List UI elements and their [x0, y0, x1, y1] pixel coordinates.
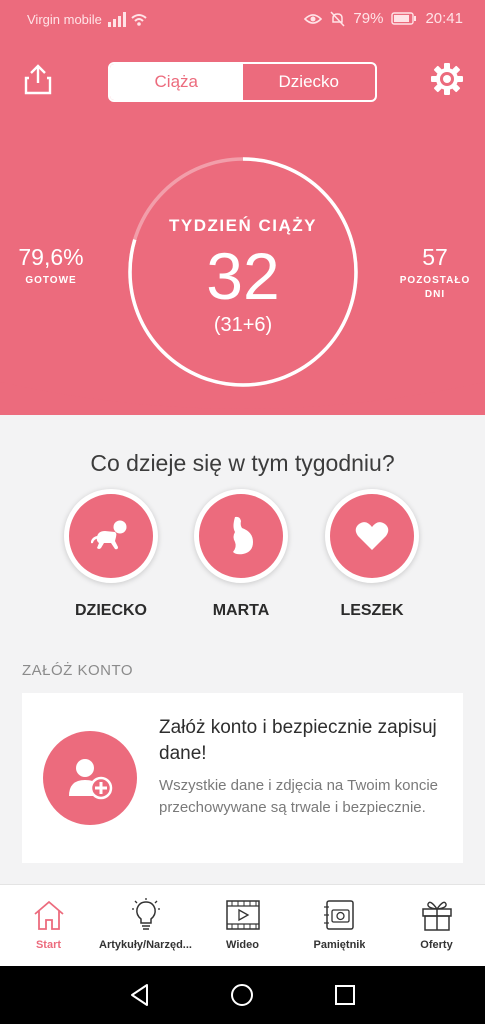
gift-icon — [421, 901, 452, 931]
tab-child[interactable]: Dziecko — [243, 64, 376, 100]
signal-wifi-icon — [108, 12, 147, 27]
mother-button[interactable] — [194, 489, 288, 583]
mother-label: MARTA — [212, 602, 270, 619]
days-remaining-label: POZOSTAŁO DNI — [396, 274, 474, 302]
tab-video[interactable]: Wideo — [194, 885, 291, 966]
recents-icon[interactable] — [332, 982, 358, 1008]
share-icon — [24, 64, 52, 95]
ready-label: GOTOWE — [25, 275, 77, 286]
card-description: Wszystkie dane i zdjęcia na Twoim koncie… — [159, 777, 439, 816]
clock: 20:41 — [425, 10, 463, 27]
tab-offers-label: Oferty — [420, 939, 453, 951]
create-account-card[interactable]: Załóż konto i bezpiecznie zapisuj dane! … — [22, 693, 463, 863]
lightbulb-icon — [131, 898, 160, 930]
carrier-name: Virgin mobile — [27, 12, 102, 27]
tab-start-label: Start — [35, 939, 62, 951]
week-question: Co dzieje się w tym tygodniu? — [90, 450, 395, 476]
card-title: Załóż konto i bezpiecznie zapisuj dane! — [159, 717, 437, 764]
baby-crawling-icon — [91, 520, 127, 550]
camera-diary-icon — [323, 900, 354, 930]
tab-pregnancy[interactable]: Ciąża — [110, 64, 243, 100]
account-section-heading: ZAŁÓŻ KONTO — [22, 662, 134, 679]
heart-icon — [355, 522, 389, 550]
tab-articles-label: Artykuły/Narzęd... — [99, 939, 192, 951]
week-day-detail: (31+6) — [213, 314, 273, 336]
tab-offers[interactable]: Oferty — [388, 885, 485, 966]
add-user-avatar — [43, 731, 137, 825]
video-icon — [225, 900, 260, 930]
tab-start[interactable]: Start — [0, 885, 97, 966]
settings-button[interactable] — [430, 62, 464, 96]
tab-video-label: Wideo — [226, 939, 259, 951]
mute-bell-icon — [330, 10, 345, 27]
eye-icon — [304, 13, 323, 24]
bottom-tab-bar: Start Artykuły/Narzęd... Wideo Pamiętnik… — [0, 884, 485, 966]
days-remaining-label-line1: POZOSTAŁO — [399, 275, 471, 286]
tab-articles[interactable]: Artykuły/Narzęd... — [97, 885, 194, 966]
baby-button[interactable] — [64, 489, 158, 583]
battery-percent: 79% — [353, 10, 384, 27]
home-icon — [33, 900, 64, 930]
back-icon[interactable] — [127, 982, 153, 1008]
share-button[interactable] — [22, 62, 54, 96]
home-nav-icon[interactable] — [229, 982, 255, 1008]
battery-icon — [391, 12, 417, 25]
tab-diary-label: Pamiętnik — [313, 939, 366, 951]
ready-percent: 79,6% — [18, 244, 84, 270]
baby-label: DZIECKO — [75, 602, 147, 619]
add-user-icon — [69, 759, 113, 800]
week-title: TYDZIEŃ CIĄŻY — [169, 216, 317, 235]
tab-diary[interactable]: Pamiętnik — [291, 885, 388, 966]
status-bar: Virgin mobile 79% 20:41 — [0, 0, 485, 40]
week-number: 32 — [206, 239, 280, 313]
system-navigation-bar — [0, 966, 485, 1024]
pregnant-belly-icon — [233, 516, 253, 555]
mode-switch: Ciąża Dziecko — [108, 62, 377, 102]
father-label: LESZEK — [340, 602, 404, 619]
father-button[interactable] — [325, 489, 419, 583]
days-remaining: 57 — [422, 244, 448, 270]
days-remaining-label-line2: DNI — [424, 289, 446, 300]
gear-icon — [431, 63, 463, 95]
